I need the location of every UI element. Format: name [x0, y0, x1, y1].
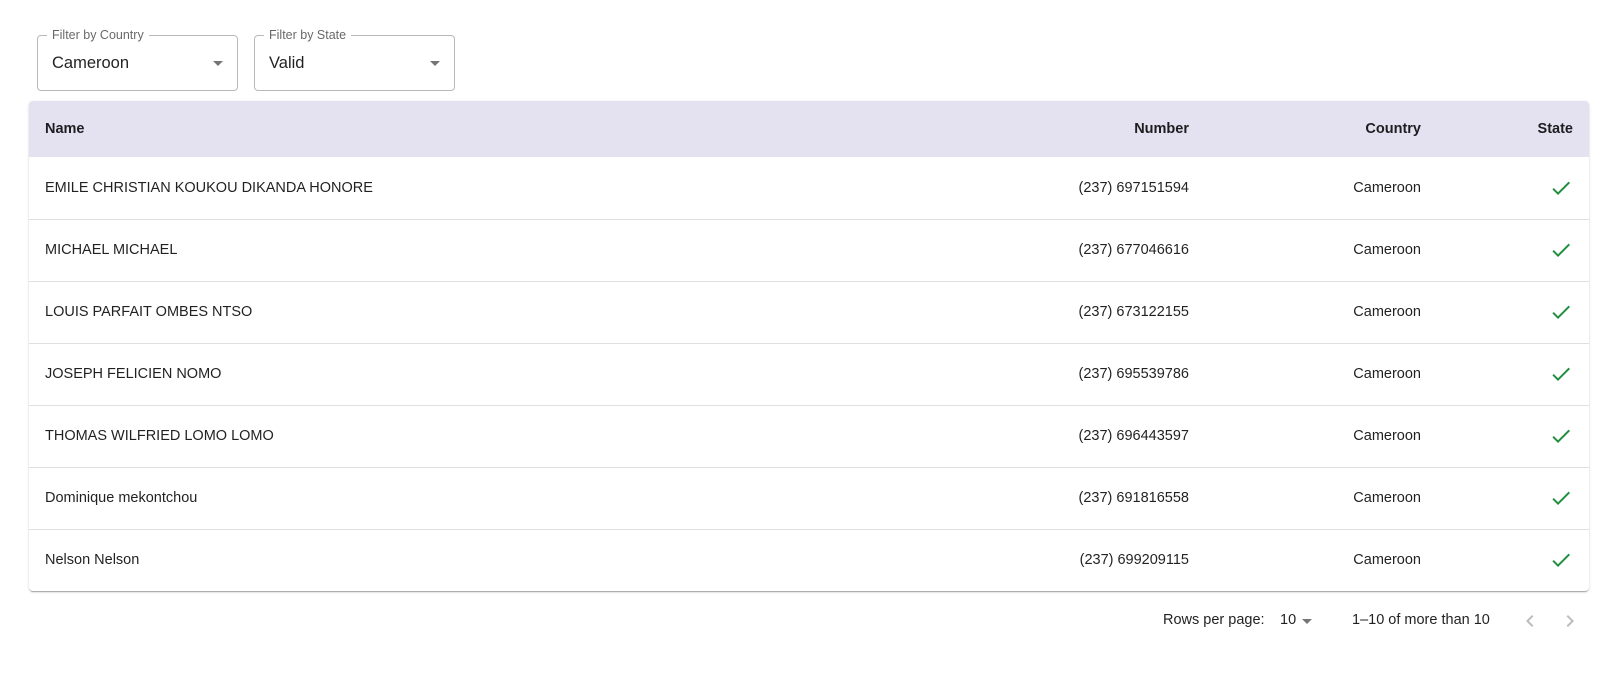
rows-per-page-label: Rows per page:: [1163, 612, 1265, 628]
table-pagination: Rows per page: 10 1–10 of more than 10: [0, 607, 1617, 635]
previous-page-button[interactable]: [1518, 609, 1542, 633]
cell-number: (237) 673122155: [1078, 304, 1189, 320]
cell-name: JOSEPH FELICIEN NOMO: [45, 366, 222, 382]
cell-state: [1437, 467, 1589, 529]
cell-number: (237) 691816558: [1078, 490, 1189, 506]
table-row[interactable]: MICHAEL MICHAEL (237) 677046616 Cameroon: [29, 219, 1589, 281]
check-icon: [1552, 553, 1570, 568]
cell-number: (237) 695539786: [1078, 366, 1189, 382]
pagination-range-text: 1–10 of more than 10: [1352, 612, 1490, 628]
chevron-right-icon: [1566, 615, 1574, 627]
column-header-country: Country: [1365, 121, 1421, 137]
cell-number: (237) 697151594: [1078, 179, 1189, 196]
country-filter-label: Filter by Country: [47, 27, 149, 43]
contacts-page: Filter by Country Cameroon Filter by Sta…: [0, 0, 1617, 680]
check-icon: [1552, 367, 1570, 381]
cell-number: (237) 696443597: [1078, 428, 1189, 444]
column-header-name: Name: [45, 121, 85, 137]
state-filter-select[interactable]: Filter by State Valid: [254, 27, 455, 91]
contacts-table: Name Number Country State EMILE CHRISTIA…: [29, 101, 1589, 591]
state-filter-value: Valid: [269, 54, 305, 72]
cell-number: (237) 699209115: [1079, 552, 1189, 569]
cell-country: Cameroon: [1353, 490, 1421, 506]
column-header-state: State: [1537, 121, 1573, 137]
contacts-table-card: Name Number Country State EMILE CHRISTIA…: [29, 101, 1589, 591]
check-icon: [1552, 181, 1570, 195]
table-row[interactable]: Nelson Nelson (237) 699209115 Cameroon: [29, 529, 1589, 591]
cell-name: Dominique mekontchou: [45, 490, 198, 506]
cell-state: [1437, 343, 1589, 405]
table-body: EMILE CHRISTIAN KOUKOU DIKANDA HONORE (2…: [29, 157, 1589, 591]
next-page-button[interactable]: [1558, 609, 1582, 633]
cell-state: [1437, 529, 1589, 591]
check-icon: [1552, 305, 1570, 319]
column-header-number: Number: [1134, 121, 1189, 137]
cell-state: [1437, 219, 1589, 281]
cell-country: Cameroon: [1353, 552, 1421, 569]
check-icon: [1552, 243, 1570, 257]
table-header: Name Number Country State: [29, 101, 1589, 157]
caret-down-icon[interactable]: [1302, 619, 1312, 624]
check-icon: [1552, 429, 1570, 443]
cell-country: Cameroon: [1353, 366, 1421, 382]
filters-bar: Filter by Country Cameroon Filter by Sta…: [37, 27, 455, 91]
cell-name: MICHAEL MICHAEL: [45, 242, 178, 258]
cell-name: Nelson Nelson: [45, 552, 140, 569]
table-row[interactable]: Dominique mekontchou (237) 691816558 Cam…: [29, 467, 1589, 529]
chevron-left-icon: [1526, 615, 1534, 627]
cell-state: [1437, 157, 1589, 219]
cell-name: LOUIS PARFAIT OMBES NTSO: [45, 304, 253, 320]
caret-down-icon: [430, 61, 440, 66]
cell-country: Cameroon: [1353, 428, 1421, 444]
cell-name: EMILE CHRISTIAN KOUKOU DIKANDA HONORE: [45, 179, 373, 196]
check-icon: [1552, 491, 1570, 505]
table-row[interactable]: JOSEPH FELICIEN NOMO (237) 695539786 Cam…: [29, 343, 1589, 405]
country-filter-value: Cameroon: [52, 54, 130, 72]
cell-number: (237) 677046616: [1078, 242, 1189, 258]
caret-down-icon: [213, 61, 223, 66]
cell-country: Cameroon: [1353, 242, 1421, 258]
country-filter-select[interactable]: Filter by Country Cameroon: [37, 27, 238, 91]
table-row[interactable]: THOMAS WILFRIED LOMO LOMO (237) 69644359…: [29, 405, 1589, 467]
cell-name: THOMAS WILFRIED LOMO LOMO: [45, 428, 274, 444]
table-header-row: Name Number Country State: [29, 101, 1589, 157]
table-row[interactable]: EMILE CHRISTIAN KOUKOU DIKANDA HONORE (2…: [29, 157, 1589, 219]
table-row[interactable]: LOUIS PARFAIT OMBES NTSO (237) 673122155…: [29, 281, 1589, 343]
cell-state: [1437, 281, 1589, 343]
state-filter-label: Filter by State: [264, 27, 352, 43]
cell-country: Cameroon: [1353, 179, 1421, 196]
rows-per-page-select[interactable]: 10: [1280, 612, 1296, 628]
cell-state: [1437, 405, 1589, 467]
cell-country: Cameroon: [1353, 304, 1421, 320]
